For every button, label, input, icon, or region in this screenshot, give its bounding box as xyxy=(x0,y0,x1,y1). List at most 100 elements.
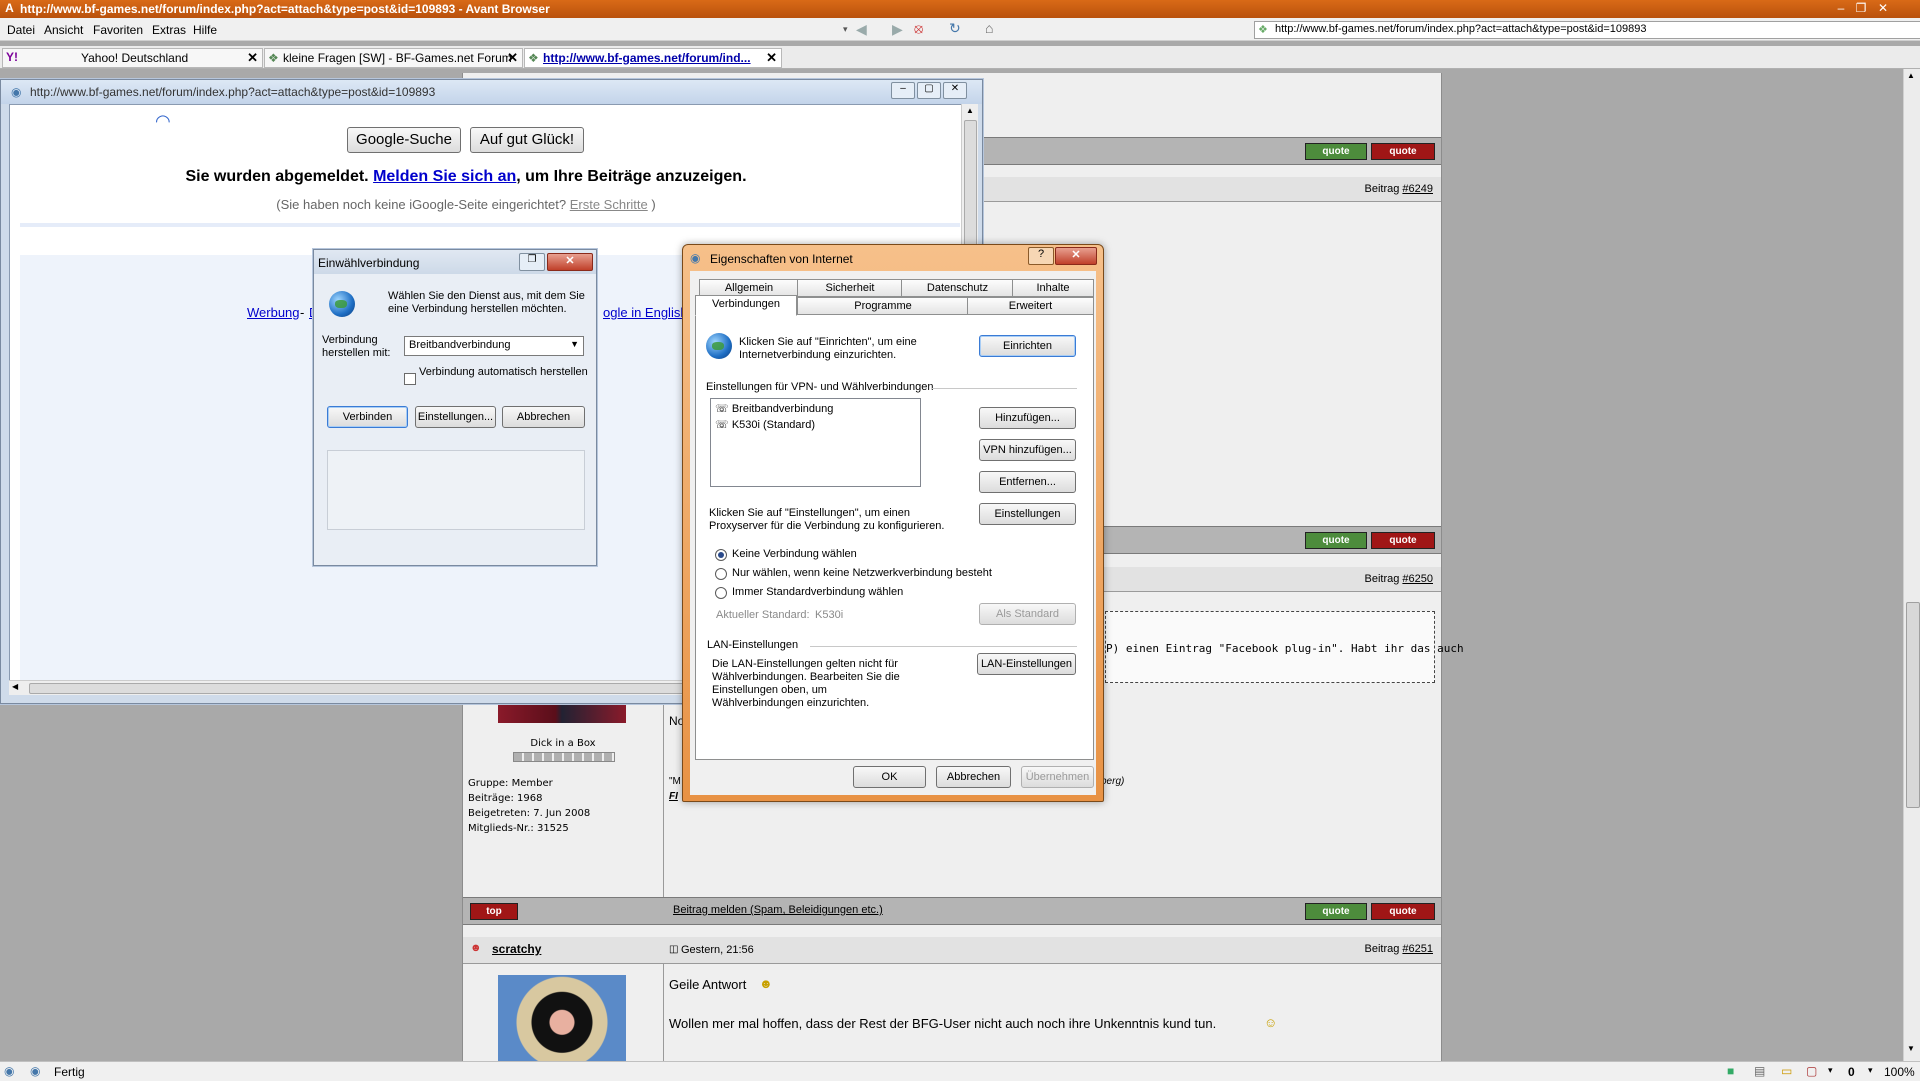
tab-attachment[interactable]: ❖ http://www.bf-games.net/forum/ind... ✕ xyxy=(524,48,782,68)
blocked-count: 0 xyxy=(1848,1065,1855,1079)
login-link[interactable]: Melden Sie sich an xyxy=(373,168,516,185)
dialog-body: Allgemein Sicherheit Datenschutz Inhalte… xyxy=(690,271,1096,795)
post-date: Gestern, 21:56 xyxy=(681,944,754,956)
first-steps-link[interactable]: Erste Schritte xyxy=(570,197,648,212)
post-header: ☻ scratchy ◫ Gestern, 21:56 Beitrag #625… xyxy=(463,937,1441,964)
post-link[interactable]: #6251 xyxy=(1402,943,1433,955)
address-bar[interactable]: ❖ http://www.bf-games.net/forum/index.ph… xyxy=(1254,21,1920,39)
tab-close-icon[interactable]: ✕ xyxy=(766,50,777,66)
scroll-up-icon[interactable]: ▲ xyxy=(1907,71,1915,80)
refresh-icon[interactable]: ↻ xyxy=(949,20,961,37)
tab-label: Yahoo! Deutschland xyxy=(81,51,189,65)
quote-button[interactable]: quote xyxy=(1371,143,1435,160)
scroll-up-icon[interactable]: ▲ xyxy=(966,106,974,115)
zoom-level[interactable]: 100% xyxy=(1884,1065,1915,1079)
multiquote-button[interactable]: quote xyxy=(1305,143,1367,160)
close-icon[interactable]: ✕ xyxy=(943,82,967,99)
user-title: Dick in a Box xyxy=(530,738,596,749)
home-icon[interactable]: ⌂ xyxy=(985,20,993,36)
tab-yahoo[interactable]: Y! Yahoo! Deutschland ✕ xyxy=(2,48,263,68)
network-icon[interactable]: ■ xyxy=(1727,1064,1734,1078)
auto-connect-checkbox[interactable] xyxy=(404,373,416,385)
menu-favoriten[interactable]: Favoriten xyxy=(93,23,143,37)
radio-dial-when-needed[interactable] xyxy=(715,568,727,580)
menu-datei[interactable]: Datei xyxy=(7,23,35,37)
menu-hilfe[interactable]: Hilfe xyxy=(193,23,217,37)
apply-button[interactable]: Übernehmen xyxy=(1021,766,1094,788)
back-icon[interactable]: ◀ xyxy=(856,21,867,38)
address-input[interactable]: http://www.bf-games.net/forum/index.php?… xyxy=(1275,23,1647,35)
globe-icon: ◉ xyxy=(30,1064,41,1078)
restore-icon[interactable]: ❐ xyxy=(519,253,545,271)
list-item[interactable]: ☏ Breitbandverbindung xyxy=(715,402,833,415)
cancel-button[interactable]: Abbrechen xyxy=(502,406,585,428)
scroll-down-icon[interactable]: ▼ xyxy=(1907,1044,1915,1053)
multiquote-button[interactable]: quote xyxy=(1305,532,1367,549)
add-button[interactable]: Hinzufügen... xyxy=(979,407,1076,429)
werbung-link[interactable]: Werbung xyxy=(247,305,300,320)
forward-icon[interactable]: ▶ xyxy=(892,21,903,38)
google-in-english-link[interactable]: ogle in English xyxy=(603,305,688,320)
minimize-icon[interactable]: – xyxy=(1830,1,1852,16)
page-info-icon[interactable]: ▤ xyxy=(1754,1064,1765,1078)
tab-programme[interactable]: Programme xyxy=(797,297,969,315)
restore-icon[interactable]: ❐ xyxy=(1850,1,1872,16)
tab-inhalte[interactable]: Inhalte xyxy=(1012,279,1094,297)
bfg-favicon-icon: ❖ xyxy=(268,51,279,65)
connections-list[interactable]: ☏ Breitbandverbindung ☏ K530i (Standard) xyxy=(710,398,921,487)
toolbar-dropdown-icon[interactable]: ▾ xyxy=(843,24,848,35)
radio-no-dial[interactable] xyxy=(715,549,727,561)
tab-datenschutz[interactable]: Datenschutz xyxy=(901,279,1014,297)
chevron-down-icon[interactable]: ▾ xyxy=(1828,1065,1833,1076)
connect-with-label: Verbindung herstellen mit: xyxy=(322,334,391,359)
add-vpn-button[interactable]: VPN hinzufügen... xyxy=(979,439,1076,461)
tab-close-icon[interactable]: ✕ xyxy=(507,50,518,66)
lock-icon[interactable]: ▭ xyxy=(1781,1064,1792,1078)
zoom-dropdown-icon[interactable]: ▾ xyxy=(1868,1065,1873,1076)
post-link[interactable]: #6250 xyxy=(1402,573,1433,585)
scrollbar-thumb[interactable] xyxy=(1906,602,1920,808)
tab-sicherheit[interactable]: Sicherheit xyxy=(797,279,903,297)
settings-button[interactable]: Einstellungen... xyxy=(415,406,496,428)
close-icon[interactable]: ✕ xyxy=(1872,1,1894,16)
menu-ansicht[interactable]: Ansicht xyxy=(44,23,83,37)
connect-button[interactable]: Verbinden xyxy=(327,406,408,428)
post-link[interactable]: #6249 xyxy=(1402,183,1433,195)
popup-blocker-icon[interactable]: ▢ xyxy=(1806,1064,1817,1078)
tab-erweitert[interactable]: Erweitert xyxy=(967,297,1094,315)
close-icon[interactable]: ✕ xyxy=(547,253,593,271)
set-default-button[interactable]: Als Standard xyxy=(979,603,1076,625)
lan-settings-button[interactable]: LAN-Einstellungen xyxy=(977,653,1076,675)
tab-bfgames-forum[interactable]: ❖ kleine Fragen [SW] - BF-Games.net Foru… xyxy=(264,48,523,68)
stop-icon[interactable]: ⦻ xyxy=(914,20,923,37)
minimize-icon[interactable]: – xyxy=(891,82,915,99)
multiquote-button[interactable]: quote xyxy=(1305,903,1367,920)
signature-link-partial[interactable]: FI xyxy=(669,791,678,802)
quote-button[interactable]: quote xyxy=(1371,532,1435,549)
lucky-button[interactable]: Auf gut Glück! xyxy=(470,127,584,153)
tab-verbindungen[interactable]: Verbindungen xyxy=(695,295,797,316)
page-scrollbar[interactable]: ▲ ▼ xyxy=(1903,69,1920,1061)
scroll-left-icon[interactable]: ◀ xyxy=(12,682,18,691)
setup-button[interactable]: Einrichten xyxy=(979,335,1076,357)
help-icon[interactable]: ? xyxy=(1028,247,1054,265)
maximize-icon[interactable]: ▢ xyxy=(917,82,941,99)
list-item[interactable]: ☏ K530i (Standard) xyxy=(715,418,815,431)
post-text: Wollen mer mal hoffen, dass der Rest der… xyxy=(669,1016,1217,1031)
remove-button[interactable]: Entfernen... xyxy=(979,471,1076,493)
connection-select[interactable]: Breitbandverbindung ▼ xyxy=(404,336,584,356)
menu-extras[interactable]: Extras xyxy=(152,23,186,37)
ok-button[interactable]: OK xyxy=(853,766,926,788)
post-author[interactable]: scratchy xyxy=(492,942,541,956)
settings-button[interactable]: Einstellungen xyxy=(979,503,1076,525)
quote-button[interactable]: quote xyxy=(1371,903,1435,920)
google-search-button[interactable]: Google-Suche xyxy=(347,127,461,153)
cancel-button[interactable]: Abbrechen xyxy=(936,766,1011,788)
browser-title-bar: A http://www.bf-games.net/forum/index.ph… xyxy=(0,0,1920,18)
close-icon[interactable]: ✕ xyxy=(1055,247,1097,265)
report-post-link[interactable]: Beitrag melden (Spam, Beleidigungen etc.… xyxy=(673,904,883,916)
tab-close-icon[interactable]: ✕ xyxy=(247,50,258,66)
top-button[interactable]: top xyxy=(470,903,518,920)
radio-always-dial[interactable] xyxy=(715,587,727,599)
user-posts: Beiträge: 1968 xyxy=(468,793,543,804)
